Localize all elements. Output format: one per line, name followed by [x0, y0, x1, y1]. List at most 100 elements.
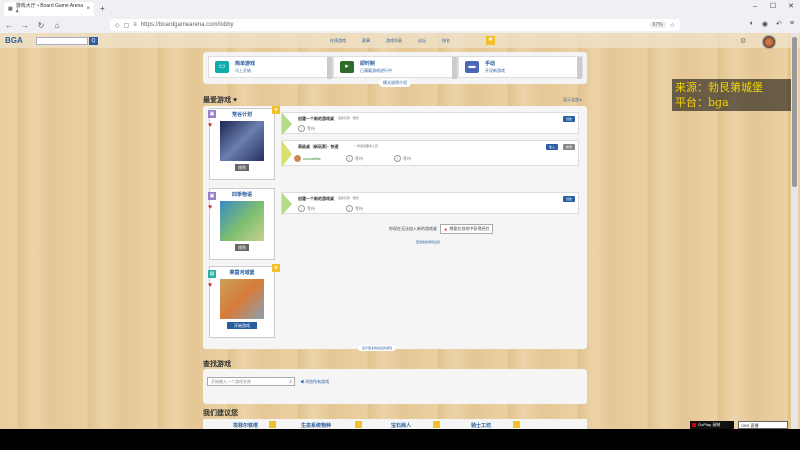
game-box-image[interactable]	[220, 279, 264, 319]
suggestion-item[interactable]: 埃菲尔铁塔	[233, 422, 258, 429]
game-box-image[interactable]	[220, 201, 264, 241]
bga-logo[interactable]: BGA	[5, 36, 23, 45]
mode-selector: ▭ 简单游戏 马上开始 ▸ 即时制 已满载游戏进行中 ▬ 手动 开设新游戏 模式…	[203, 52, 587, 87]
game-card-2[interactable]: 四季物语 规则	[209, 188, 275, 260]
table-meta: 最新玩家 · 规则	[338, 196, 359, 200]
zoom-level[interactable]: 67%	[649, 22, 666, 28]
gear-icon[interactable]: ⚙	[740, 37, 746, 45]
favorite-heart-icon[interactable]: ♥	[208, 282, 212, 289]
seat-slot: ? 等待	[346, 155, 363, 162]
mode-manual[interactable]: ▬ 手动 开设新游戏	[458, 56, 583, 79]
tab-favicon-icon: ▦	[8, 5, 13, 12]
game-card-3[interactable]: 莱茵河城堡 开始游戏	[209, 266, 275, 338]
star-badge-icon	[433, 421, 440, 428]
player-avatar	[294, 155, 301, 162]
back-icon[interactable]: ←	[4, 21, 14, 30]
spectate-button[interactable]: 参观	[562, 144, 575, 150]
browser-tab[interactable]: ▦ 游戏大厅 • Board Game Arena 4 ×	[4, 1, 94, 16]
favorites-panel: 荒谷计划 规则 ▣ ♥ ★ 创建一个新的游戏桌 最新玩家 · 规则 ? 等待 创…	[203, 106, 587, 351]
settings-link[interactable]: 更改我的游戏设置	[416, 240, 440, 244]
tab-title: 游戏大厅 • Board Game Arena 4	[15, 3, 84, 15]
table-title: 创建一个新的游戏桌	[298, 196, 334, 201]
learn-more-link[interactable]: 模式说明介绍	[379, 79, 411, 87]
maximize-button[interactable]: ☐	[764, 0, 782, 14]
rules-button[interactable]: 规则	[235, 164, 249, 171]
user-avatar[interactable]	[762, 35, 776, 49]
scrollbar-thumb[interactable]	[792, 37, 797, 187]
tab-close-icon[interactable]: ×	[86, 6, 90, 12]
heart-icon: ♥	[232, 97, 238, 104]
header-search-input[interactable]	[36, 37, 88, 45]
browser-chrome: ▦ 游戏大厅 • Board Game Arena 4 × + – ☐ ✕ ← …	[0, 0, 800, 33]
question-icon: ?	[394, 155, 401, 162]
game-box-image[interactable]	[220, 121, 264, 161]
new-tab-button[interactable]: +	[100, 4, 105, 13]
mode-simple[interactable]: ▭ 简单游戏 马上开始	[208, 56, 333, 79]
cannot-join-hint: 你现在无法加入新的游戏桌 ✕ 想要在游戏中获得经验	[389, 224, 494, 234]
start-game-button[interactable]: 开始游戏	[227, 322, 257, 329]
menu-item-games[interactable]: 游戏列表	[386, 38, 402, 44]
seat-label: 等待	[307, 125, 315, 131]
browse-all-link[interactable]: ◀ 浏览所有游戏	[300, 379, 329, 385]
hint-button[interactable]: ✕ 想要在游戏中获得经验	[440, 224, 494, 234]
table-icon[interactable]: ▤	[208, 270, 216, 278]
recording-indicator[interactable]: GoPlay 录制	[690, 421, 734, 429]
star-badge-icon	[355, 421, 362, 428]
menu-item-play[interactable]: 在线游戏	[330, 38, 346, 44]
game-name: 莱茵河城堡	[229, 270, 255, 276]
shield-icon: ◇	[115, 22, 120, 29]
favorite-heart-icon[interactable]: ♥	[208, 204, 212, 211]
suggestion-item[interactable]: 宝石商人	[391, 422, 411, 429]
create-table-button[interactable]: 创建	[562, 116, 575, 122]
rules-button[interactable]: 规则	[235, 244, 249, 251]
suggestion-item[interactable]: 骑士工坊	[471, 422, 491, 429]
seat-slot: ? 等待	[298, 125, 315, 132]
chat-icon[interactable]: ◉	[762, 20, 768, 28]
simple-mode-icon: ▭	[215, 61, 229, 73]
suggestions-panel: 埃菲尔铁塔 生态系统物种 宝石商人 骑士工坊	[203, 419, 587, 429]
bookmark-star-icon[interactable]: ☆	[670, 22, 675, 29]
favorite-heart-icon[interactable]: ♥	[208, 122, 212, 129]
star-badge-icon	[513, 421, 520, 428]
seat-label: 等待	[403, 155, 411, 161]
forward-icon[interactable]: →	[20, 21, 30, 30]
close-window-button[interactable]: ✕	[782, 0, 800, 14]
suggestion-item[interactable]: 生态系统物种	[301, 422, 331, 429]
join-table-button[interactable]: 加入	[545, 144, 558, 150]
stream-indicator[interactable]: OBS 直播	[738, 421, 788, 429]
mode-realtime[interactable]: ▸ 即时制 已满载游戏进行中	[333, 56, 458, 79]
history-icon[interactable]: ↶	[776, 20, 782, 28]
calendar-icon[interactable]: ▣	[208, 192, 216, 200]
calendar-icon[interactable]: ▣	[208, 110, 216, 118]
tab-bar: ▦ 游戏大厅 • Board Game Arena 4 × + – ☐ ✕	[0, 0, 800, 17]
seat-label: 等待	[355, 155, 363, 161]
show-all-link[interactable]: 显示全部 ▸	[563, 97, 582, 103]
create-table-button[interactable]: 创建	[562, 196, 575, 202]
question-icon: ?	[346, 205, 353, 212]
extension-icon[interactable]: ◐	[750, 20, 754, 28]
menu-item-forum[interactable]: 论坛	[418, 38, 426, 44]
mode-subtitle: 马上开始	[235, 68, 251, 73]
menu-item-tournaments[interactable]: 赛事	[362, 38, 370, 44]
show-more-favorites[interactable]: 显示更多我最爱的游戏	[358, 345, 397, 351]
game-search-input[interactable]: 开始输入一个游戏名称 ⌕	[207, 377, 295, 386]
seat-slot: ? 等待	[298, 205, 315, 212]
mode-arrow[interactable]	[577, 57, 582, 79]
reload-icon[interactable]: ↻	[36, 21, 46, 30]
menu-icon[interactable]: ≡	[790, 20, 794, 28]
mode-arrow[interactable]	[327, 57, 332, 79]
page-scrollbar[interactable]	[791, 33, 798, 429]
header-search-button[interactable]: Q	[89, 37, 98, 45]
mode-subtitle: 已满载游戏进行中	[360, 68, 392, 73]
minimize-button[interactable]: –	[746, 0, 764, 14]
player-seat[interactable]: cocoalittle	[294, 155, 321, 162]
menu-item-ranking[interactable]: 排名	[442, 38, 450, 44]
address-bar[interactable]: ◇ ▢ ≡ https://boardgamearena.com/lobby 6…	[110, 19, 680, 31]
player-name: cocoalittle	[303, 156, 321, 161]
game-card-1[interactable]: 荒谷计划 规则	[209, 108, 275, 180]
search-icon[interactable]: ⌕	[289, 378, 292, 386]
home-icon[interactable]: ⌂	[52, 21, 62, 30]
mode-arrow[interactable]	[452, 57, 457, 79]
table-flag-icon	[282, 141, 292, 167]
premium-star-icon[interactable]: ★	[486, 36, 495, 45]
